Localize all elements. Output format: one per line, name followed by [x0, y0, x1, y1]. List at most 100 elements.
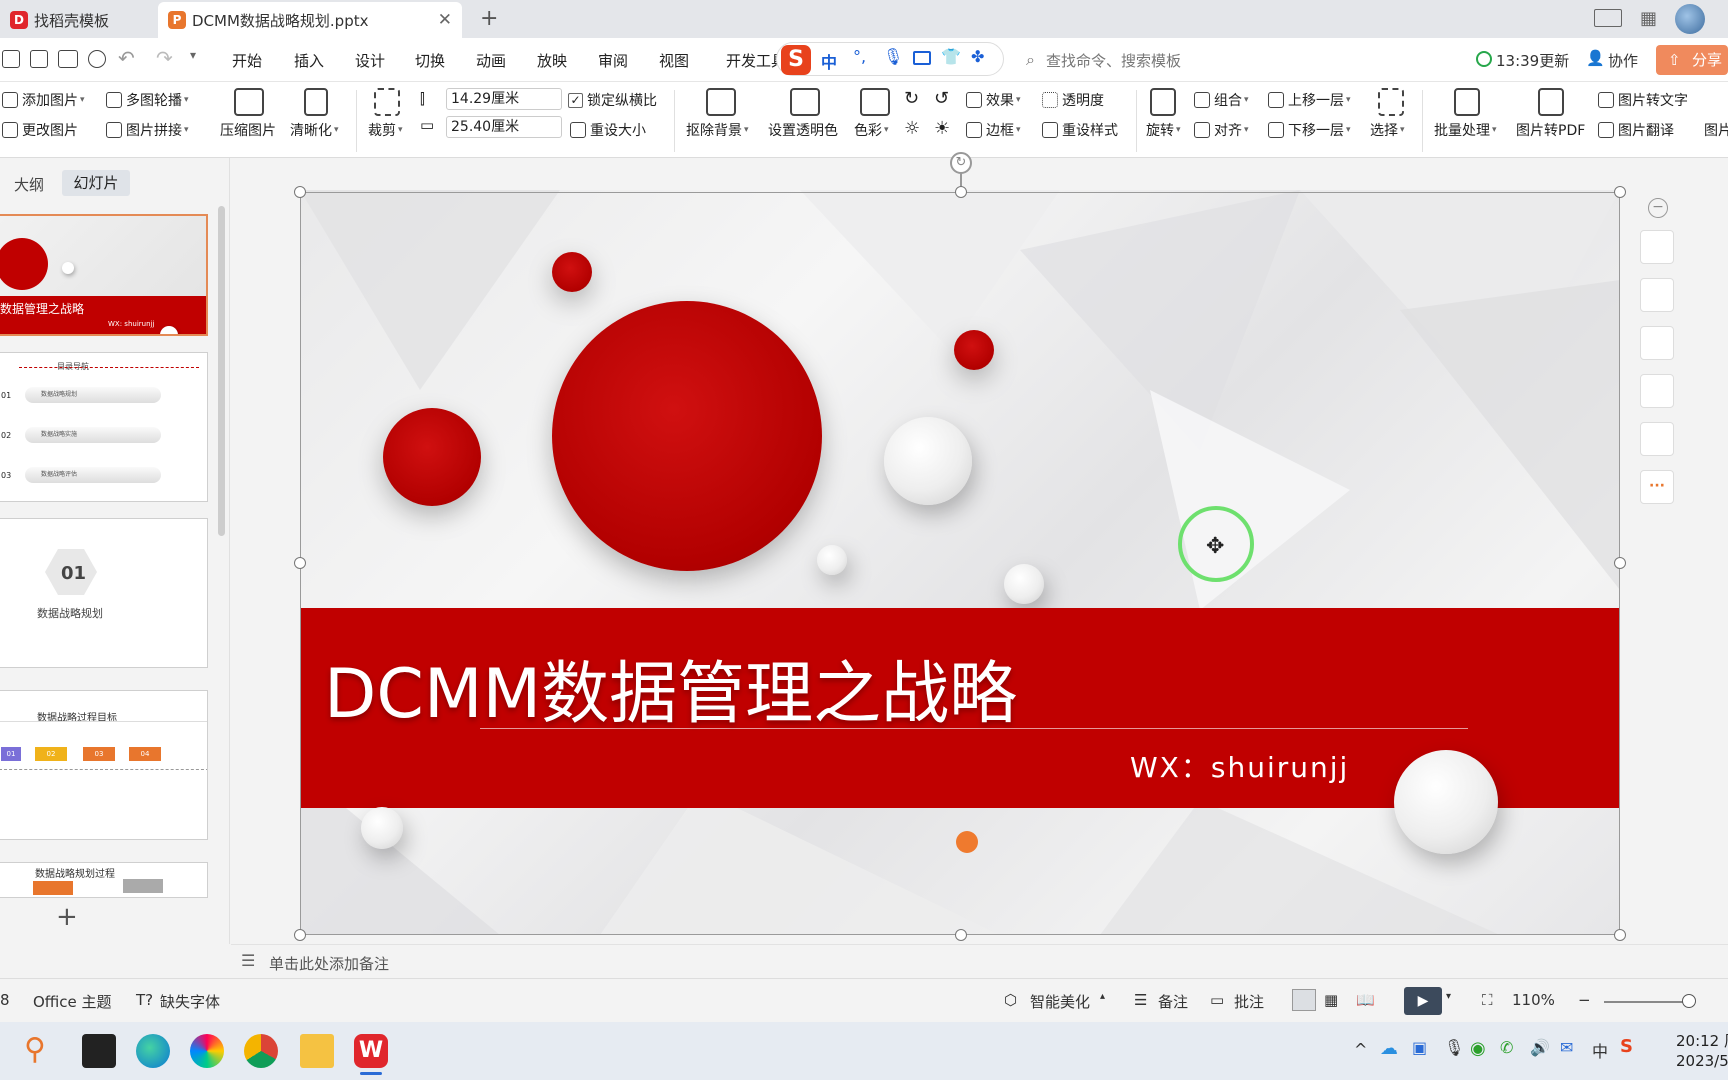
- onedrive-icon[interactable]: ☁: [1380, 1038, 1398, 1059]
- contrast-icon[interactable]: ↺: [934, 88, 949, 109]
- share-button[interactable]: 分享 ⇧: [1656, 45, 1728, 75]
- notes-toggle-button[interactable]: 备注: [1158, 991, 1188, 1012]
- clock-date[interactable]: 2023/5: [1676, 1052, 1728, 1070]
- zoom-slider-thumb[interactable]: [1682, 994, 1696, 1008]
- crop-button[interactable]: 裁剪 ▾: [368, 120, 403, 140]
- lock-aspect-checkbox[interactable]: ✓ 锁定纵横比: [568, 90, 657, 110]
- slide-sorter-icon[interactable]: ▦: [1324, 991, 1338, 1009]
- brightness-down-icon[interactable]: ☀: [934, 118, 950, 139]
- redo-icon[interactable]: ↷: [156, 46, 173, 70]
- clock-time[interactable]: 20:12 周: [1676, 1030, 1728, 1051]
- reset-size-button[interactable]: 重设大小: [570, 120, 646, 140]
- more-picture-button[interactable]: 图片: [1704, 120, 1728, 140]
- brightness-up-icon[interactable]: ↻: [904, 88, 919, 109]
- menu-design[interactable]: 设计: [355, 50, 385, 71]
- picture-translate-button[interactable]: 图片翻译: [1598, 120, 1674, 140]
- qq-icon[interactable]: ✉: [1560, 1038, 1573, 1057]
- wechat-icon[interactable]: ✆: [1500, 1038, 1513, 1057]
- crop-side-icon[interactable]: [1640, 326, 1674, 360]
- export-icon[interactable]: [30, 50, 48, 68]
- meeting-icon[interactable]: ▣: [1412, 1038, 1427, 1057]
- ime-indicator-icon[interactable]: 中: [1592, 1038, 1608, 1062]
- security-icon[interactable]: ◉: [1470, 1038, 1486, 1059]
- convert-icon[interactable]: [1640, 422, 1674, 456]
- menu-slideshow[interactable]: 放映: [537, 50, 567, 71]
- sharpen-button[interactable]: 清晰化 ▾: [290, 120, 339, 140]
- resize-handle[interactable]: [955, 929, 967, 941]
- notes-bar[interactable]: ☰ 单击此处添加备注: [231, 944, 1728, 978]
- border-button[interactable]: 边框 ▾: [966, 120, 1021, 140]
- menu-home[interactable]: 开始: [232, 50, 262, 71]
- menu-transition[interactable]: 切换: [415, 50, 445, 71]
- keyboard-icon[interactable]: [913, 51, 931, 65]
- zoom-level[interactable]: 110%: [1512, 991, 1555, 1009]
- slide[interactable]: DCMM数据管理之战略 WX：shuirunjj: [300, 190, 1620, 935]
- compress-picture-button[interactable]: 压缩图片: [220, 120, 276, 140]
- rotate-button[interactable]: 旋转 ▾: [1146, 120, 1181, 140]
- menu-animation[interactable]: 动画: [476, 50, 506, 71]
- edge-browser-icon[interactable]: [136, 1034, 170, 1068]
- remove-background-button[interactable]: 抠除背景 ▾: [686, 120, 749, 140]
- tray-chevron-icon[interactable]: ^: [1354, 1040, 1367, 1059]
- tab-outline[interactable]: 大纲: [14, 174, 44, 195]
- file-explorer-icon[interactable]: [300, 1034, 334, 1068]
- resize-handle[interactable]: [955, 186, 967, 198]
- picture-to-pdf-button[interactable]: 图片转PDF: [1516, 120, 1585, 140]
- search-command-input[interactable]: 查找命令、搜索模板: [1046, 50, 1181, 71]
- undo-icon[interactable]: ↶: [118, 46, 135, 70]
- bring-forward-button[interactable]: 上移一层 ▾: [1268, 90, 1351, 110]
- slide-subtitle[interactable]: WX：shuirunjj: [1130, 746, 1349, 786]
- smart-beautify-button[interactable]: 智能美化: [1030, 991, 1090, 1012]
- change-picture-button[interactable]: 更改图片: [2, 120, 78, 140]
- brightness-icon[interactable]: ☼: [904, 118, 920, 139]
- multi-carousel-button[interactable]: 多图轮播 ▾: [106, 90, 189, 110]
- align-button[interactable]: 对齐 ▾: [1194, 120, 1249, 140]
- avatar[interactable]: [1675, 4, 1705, 34]
- new-tab-icon[interactable]: +: [480, 6, 498, 31]
- tab-template-store[interactable]: D 找稻壳模板: [0, 2, 152, 38]
- slide-thumbnail-4[interactable]: 数据战略过程目标 01 02 03 04: [0, 690, 208, 840]
- comment-button[interactable]: 批注: [1234, 991, 1264, 1012]
- set-transparent-color-button[interactable]: 设置透明色: [768, 120, 838, 140]
- resize-handle[interactable]: [294, 929, 306, 941]
- print-icon[interactable]: [58, 50, 78, 68]
- fit-window-icon[interactable]: ⛶: [1482, 991, 1493, 1009]
- toolbox-icon[interactable]: ✤: [971, 47, 984, 66]
- slide-thumbnail-3[interactable]: 01 数据战略规划: [0, 518, 208, 668]
- notes-placeholder[interactable]: 单击此处添加备注: [269, 953, 389, 974]
- picture-to-text-button[interactable]: 图片转文字: [1598, 90, 1688, 110]
- sogou-tray-icon[interactable]: S: [1620, 1036, 1633, 1057]
- skin-icon[interactable]: 👕: [941, 47, 961, 66]
- slide-thumbnail-2[interactable]: 目录导航 01 数据战略规划 02 数据战略实施 03 数据战略评估: [0, 352, 208, 502]
- update-status[interactable]: 13:39更新: [1496, 50, 1569, 71]
- resize-handle[interactable]: [294, 557, 306, 569]
- preview-icon[interactable]: [88, 50, 106, 68]
- zoom-icon[interactable]: [1640, 278, 1674, 312]
- sticky-notes-icon[interactable]: [82, 1034, 116, 1068]
- zoom-slider-track[interactable]: [1604, 1001, 1694, 1003]
- play-slideshow-icon[interactable]: ▶: [1404, 987, 1442, 1015]
- punctuation-icon[interactable]: °,: [853, 47, 866, 66]
- slide-thumbnail-1[interactable]: 数据管理之战略 WX: shuirunjj: [0, 214, 208, 336]
- reset-style-button[interactable]: 重设样式: [1042, 120, 1118, 140]
- menu-insert[interactable]: 插入: [294, 50, 324, 71]
- select-button[interactable]: 选择 ▾: [1370, 120, 1405, 140]
- close-tab-icon[interactable]: ✕: [438, 10, 452, 30]
- resize-handle[interactable]: [294, 186, 306, 198]
- panel-scrollbar[interactable]: [218, 206, 225, 536]
- rotate-handle-icon[interactable]: ↻: [950, 152, 972, 174]
- beautify-dropdown-icon[interactable]: ▴: [1100, 991, 1105, 1002]
- theme-name[interactable]: Office 主题: [33, 991, 112, 1012]
- reading-view-icon[interactable]: 📖: [1356, 991, 1375, 1009]
- group-button[interactable]: 组合 ▾: [1194, 90, 1249, 110]
- save-icon[interactable]: [2, 50, 20, 68]
- play-dropdown-icon[interactable]: ▾: [1446, 991, 1451, 1002]
- picture-collage-button[interactable]: 图片拼接 ▾: [106, 120, 189, 140]
- mic-icon[interactable]: 🎙: [1444, 1038, 1464, 1057]
- chinese-mode-icon[interactable]: 中: [821, 49, 837, 73]
- zoom-out-icon[interactable]: −: [1578, 991, 1591, 1009]
- effect-button[interactable]: 效果 ▾: [966, 90, 1021, 110]
- height-input[interactable]: 14.29厘米: [446, 88, 562, 110]
- menu-review[interactable]: 审阅: [598, 50, 628, 71]
- idea-icon[interactable]: [1640, 374, 1674, 408]
